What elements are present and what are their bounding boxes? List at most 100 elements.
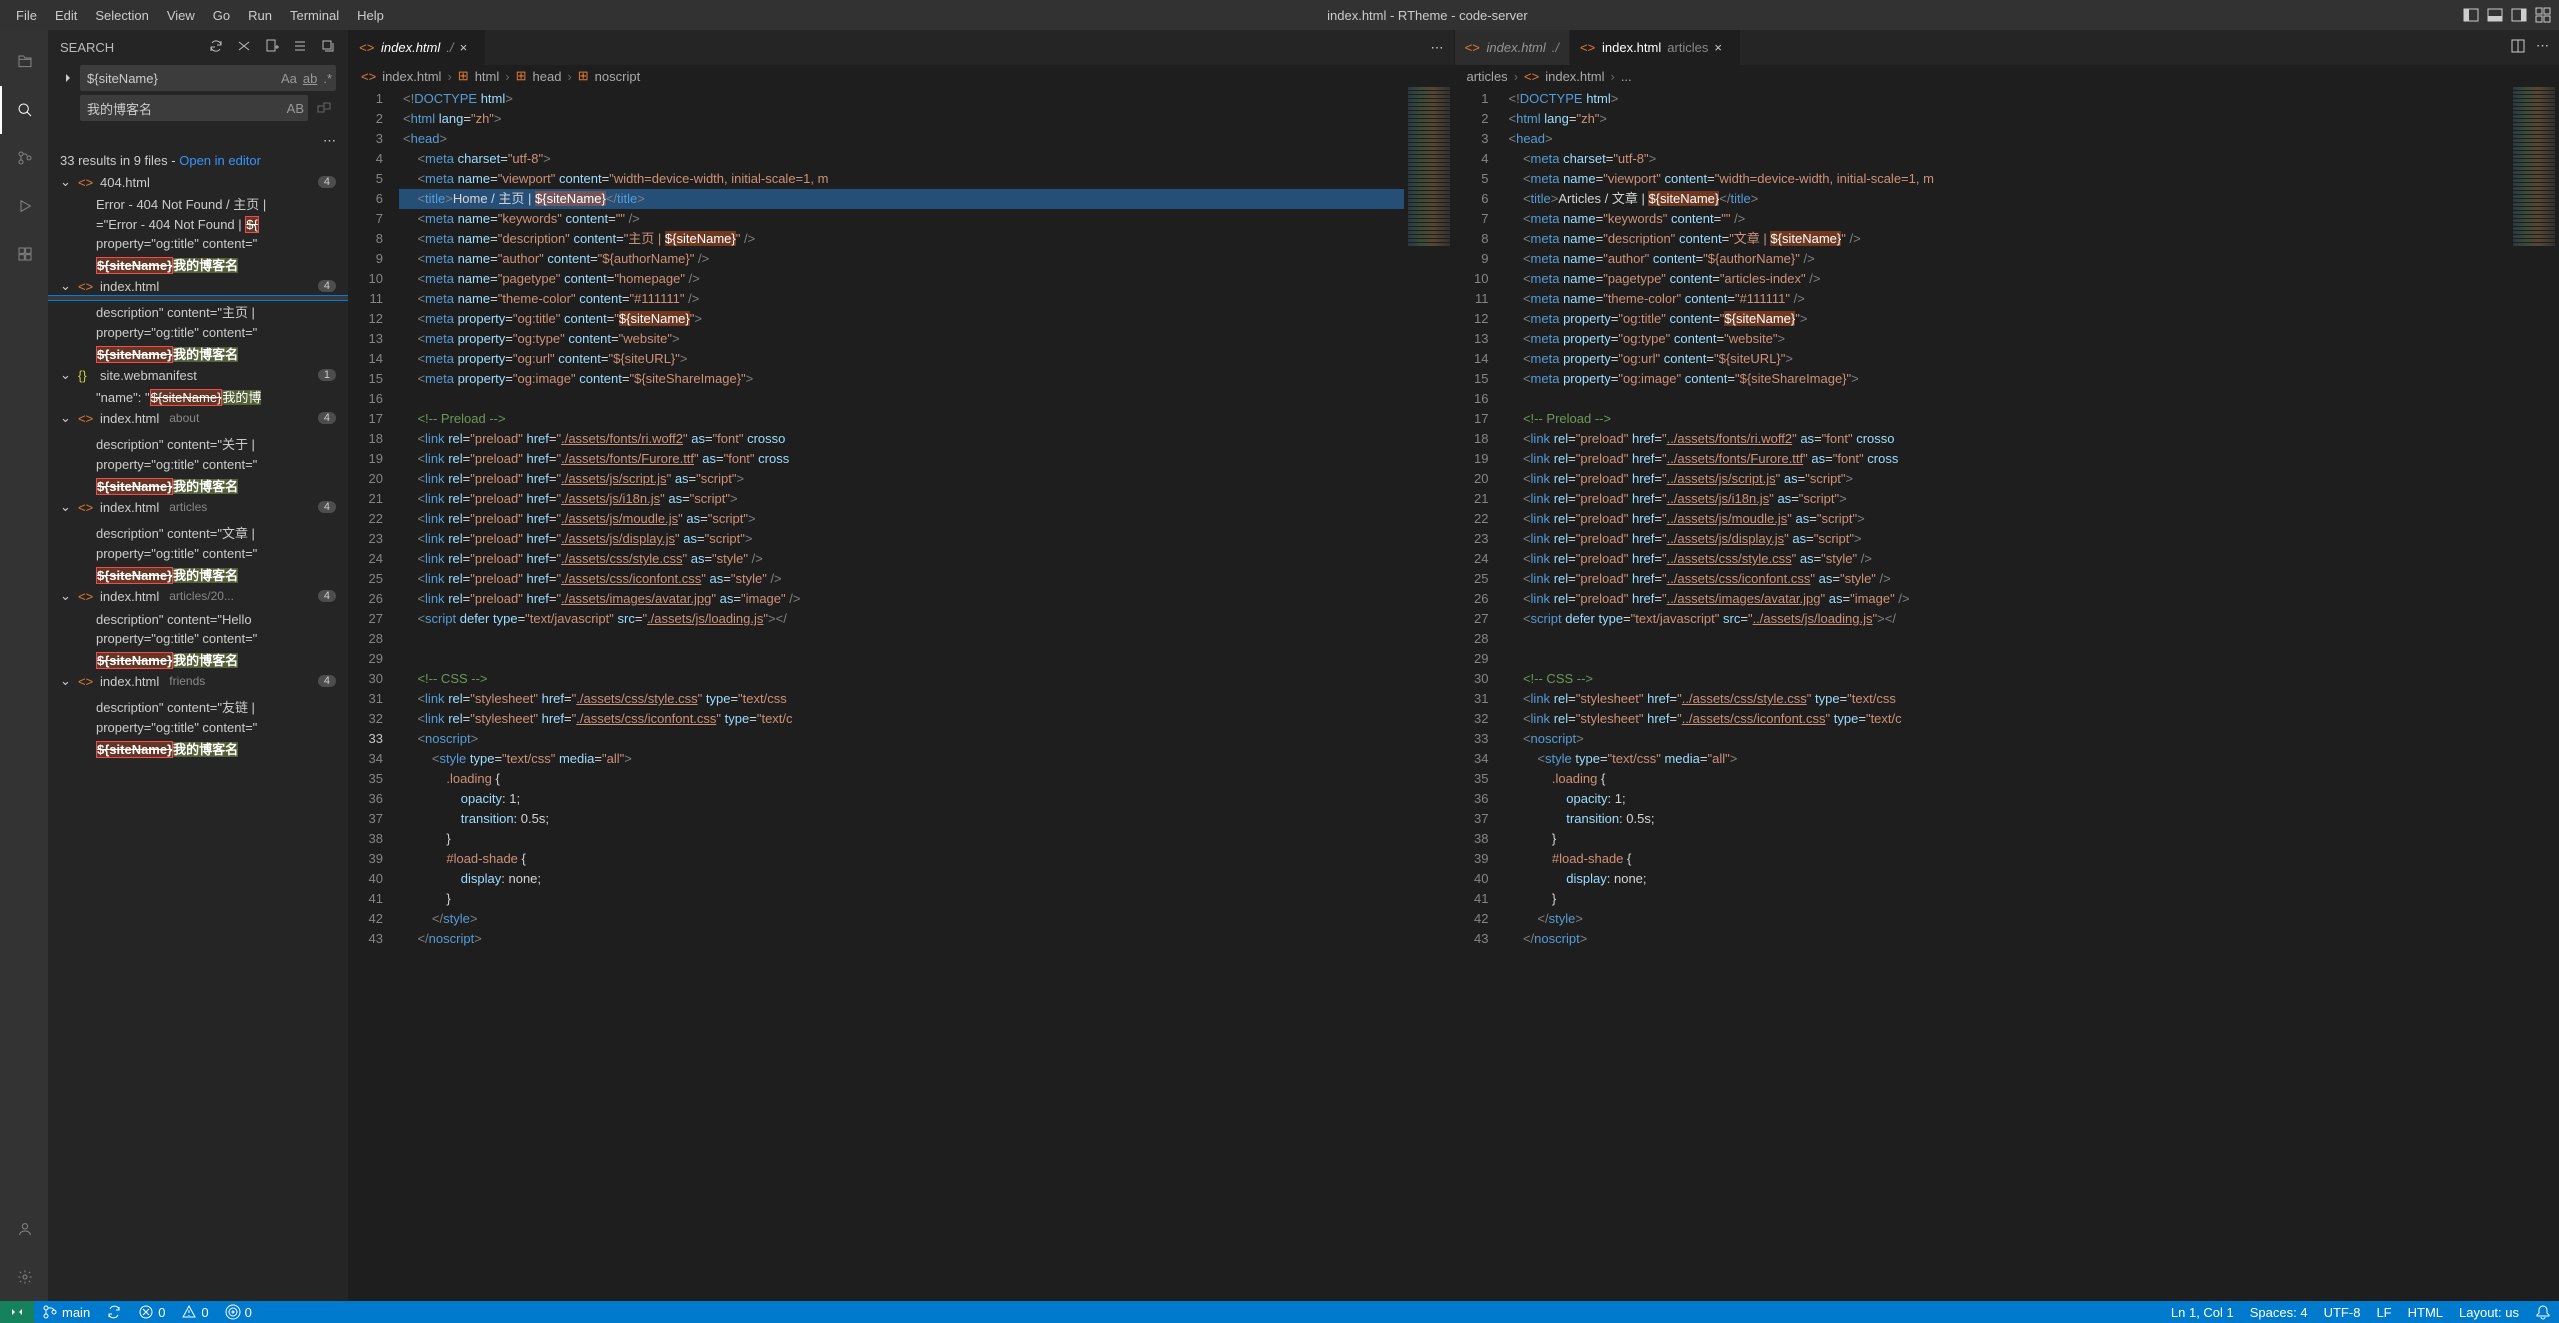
toggle-secondary-sidebar-icon[interactable]: [2511, 7, 2527, 23]
result-match[interactable]: ${siteName}我的博客名: [48, 563, 348, 586]
tab-index-root[interactable]: <> index.html ./ ×: [349, 30, 486, 65]
result-file[interactable]: ⌄<>index.htmlabout4: [48, 408, 348, 428]
refresh-icon[interactable]: [208, 38, 224, 57]
tabs-2: <> index.html ./ <> index.html articles …: [1455, 30, 2559, 65]
minimap-1[interactable]: [1404, 87, 1454, 1301]
result-match[interactable]: ${siteName}我的博客名: [48, 648, 348, 671]
code-1[interactable]: <!DOCTYPE html><html lang="zh"><head> <m…: [399, 87, 1404, 1301]
result-match[interactable]: ${siteName}我的博客名: [48, 474, 348, 497]
result-match[interactable]: property="og:title" content=": [48, 455, 348, 474]
regex-icon[interactable]: .*: [323, 71, 332, 86]
result-match[interactable]: property="og:title" content=": [48, 323, 348, 342]
sync-indicator[interactable]: [98, 1301, 130, 1323]
notifications-icon[interactable]: [2527, 1301, 2559, 1323]
encoding[interactable]: UTF-8: [2316, 1301, 2369, 1323]
gutter-1: 1234567891011121314151617181920212223242…: [349, 87, 399, 1301]
menu-terminal[interactable]: Terminal: [282, 4, 347, 27]
result-match[interactable]: ="Error - 404 Not Found | ${: [48, 215, 348, 234]
tabs-1: <> index.html ./ × ⋯: [349, 30, 1454, 65]
result-file[interactable]: ⌄<>index.htmlarticles/20...4: [48, 586, 348, 606]
result-match[interactable]: property="og:title" content=": [48, 544, 348, 563]
replace-all-icon[interactable]: [312, 95, 336, 121]
ports-indicator[interactable]: 0: [217, 1301, 260, 1323]
accounts-icon[interactable]: [0, 1205, 48, 1253]
menu-go[interactable]: Go: [205, 4, 238, 27]
clear-search-icon[interactable]: [236, 38, 252, 57]
result-match[interactable]: description" content="主页 |: [48, 300, 348, 323]
menu-view[interactable]: View: [159, 4, 203, 27]
code-2[interactable]: <!DOCTYPE html><html lang="zh"><head> <m…: [1505, 87, 2510, 1301]
explorer-icon[interactable]: [0, 38, 48, 86]
keyboard-layout[interactable]: Layout: us: [2451, 1301, 2527, 1323]
extensions-icon[interactable]: [0, 230, 48, 278]
settings-icon[interactable]: [0, 1253, 48, 1301]
collapse-all-icon[interactable]: [320, 38, 336, 57]
result-file[interactable]: ⌄{}site.webmanifest1: [48, 365, 348, 385]
result-match[interactable]: ${siteName}我的博客名: [48, 253, 348, 276]
eol[interactable]: LF: [2368, 1301, 2399, 1323]
minimap-2[interactable]: [2509, 87, 2559, 1301]
window-title: index.html - RTheme - code-server: [392, 8, 2463, 23]
html-file-icon: <>: [1580, 40, 1596, 55]
activitybar: [0, 30, 48, 1301]
result-match[interactable]: Error - 404 Not Found / 主页 |: [48, 192, 348, 215]
result-file[interactable]: ⌄<>index.htmlarticles4: [48, 497, 348, 517]
toggle-panel-icon[interactable]: [2487, 7, 2503, 23]
menu-file[interactable]: File: [8, 4, 45, 27]
result-match[interactable]: description" content="Hello: [48, 610, 348, 629]
indentation[interactable]: Spaces: 4: [2242, 1301, 2316, 1323]
editor-area: <> index.html ./ × ⋯ <> index.html› ⊞htm…: [348, 30, 2559, 1301]
language-mode[interactable]: HTML: [2400, 1301, 2451, 1323]
result-match[interactable]: description" content="文章 |: [48, 521, 348, 544]
run-debug-icon[interactable]: [0, 182, 48, 230]
menu-help[interactable]: Help: [349, 4, 392, 27]
close-tab-icon[interactable]: ×: [1714, 40, 1730, 55]
toggle-replace-icon[interactable]: [60, 70, 76, 86]
search-icon[interactable]: [0, 86, 48, 134]
warnings-indicator[interactable]: 0: [173, 1301, 216, 1323]
results-tree[interactable]: ⌄<>404.html4Error - 404 Not Found / 主页 |…: [48, 172, 348, 1301]
branch-indicator[interactable]: main: [34, 1301, 98, 1323]
result-match[interactable]: property="og:title" content=": [48, 629, 348, 648]
match-case-icon[interactable]: Aa: [281, 71, 297, 86]
toggle-primary-sidebar-icon[interactable]: [2463, 7, 2479, 23]
result-file[interactable]: ⌄<>404.html4: [48, 172, 348, 192]
breadcrumb-1[interactable]: <> index.html› ⊞html› ⊞head› ⊞noscript: [349, 65, 1454, 87]
result-match[interactable]: ${siteName}我的博客名: [48, 342, 348, 365]
source-control-icon[interactable]: [0, 134, 48, 182]
toggle-search-details-icon[interactable]: ⋯: [323, 133, 336, 149]
result-match[interactable]: description" content="关于 |: [48, 432, 348, 455]
replace-input[interactable]: [80, 95, 308, 121]
sidebar-title: SEARCH: [60, 40, 114, 55]
cursor-position[interactable]: Ln 1, Col 1: [2163, 1301, 2242, 1323]
tab-index-root-2[interactable]: <> index.html ./: [1455, 30, 1570, 65]
more-actions-icon[interactable]: ⋯: [2536, 38, 2549, 57]
result-match[interactable]: "name": "${siteName}我的博: [48, 385, 348, 408]
view-as-tree-icon[interactable]: [292, 38, 308, 57]
tab-index-articles[interactable]: <> index.html articles ×: [1570, 30, 1741, 65]
preserve-case-icon[interactable]: AB: [287, 101, 304, 116]
menu-edit[interactable]: Edit: [47, 4, 85, 27]
html-file-icon: <>: [1465, 40, 1481, 55]
menu-run[interactable]: Run: [240, 4, 280, 27]
close-tab-icon[interactable]: ×: [459, 40, 475, 55]
more-actions-icon[interactable]: ⋯: [1431, 40, 1444, 56]
html-file-icon: <>: [359, 40, 375, 55]
layout-controls: [2463, 7, 2551, 23]
result-file[interactable]: ⌄<>index.htmlfriends4: [48, 671, 348, 691]
errors-indicator[interactable]: 0: [130, 1301, 173, 1323]
result-match[interactable]: description" content="友链 |: [48, 695, 348, 718]
split-editor-icon[interactable]: [2510, 38, 2526, 57]
editor-group-1: <> index.html ./ × ⋯ <> index.html› ⊞htm…: [348, 30, 1454, 1301]
result-file[interactable]: ⌄<>index.html4: [48, 276, 348, 296]
remote-indicator[interactable]: [0, 1301, 34, 1323]
result-match[interactable]: property="og:title" content=": [48, 718, 348, 737]
customize-layout-icon[interactable]: [2535, 7, 2551, 23]
result-match[interactable]: ${siteName}我的博客名: [48, 737, 348, 760]
breadcrumb-2[interactable]: articles› <>index.html› ...: [1455, 65, 2559, 87]
open-in-editor-link[interactable]: Open in editor: [179, 153, 261, 168]
menu-selection[interactable]: Selection: [87, 4, 156, 27]
new-search-editor-icon[interactable]: [264, 38, 280, 57]
result-match[interactable]: property="og:title" content=": [48, 234, 348, 253]
match-whole-word-icon[interactable]: ab: [303, 71, 317, 86]
